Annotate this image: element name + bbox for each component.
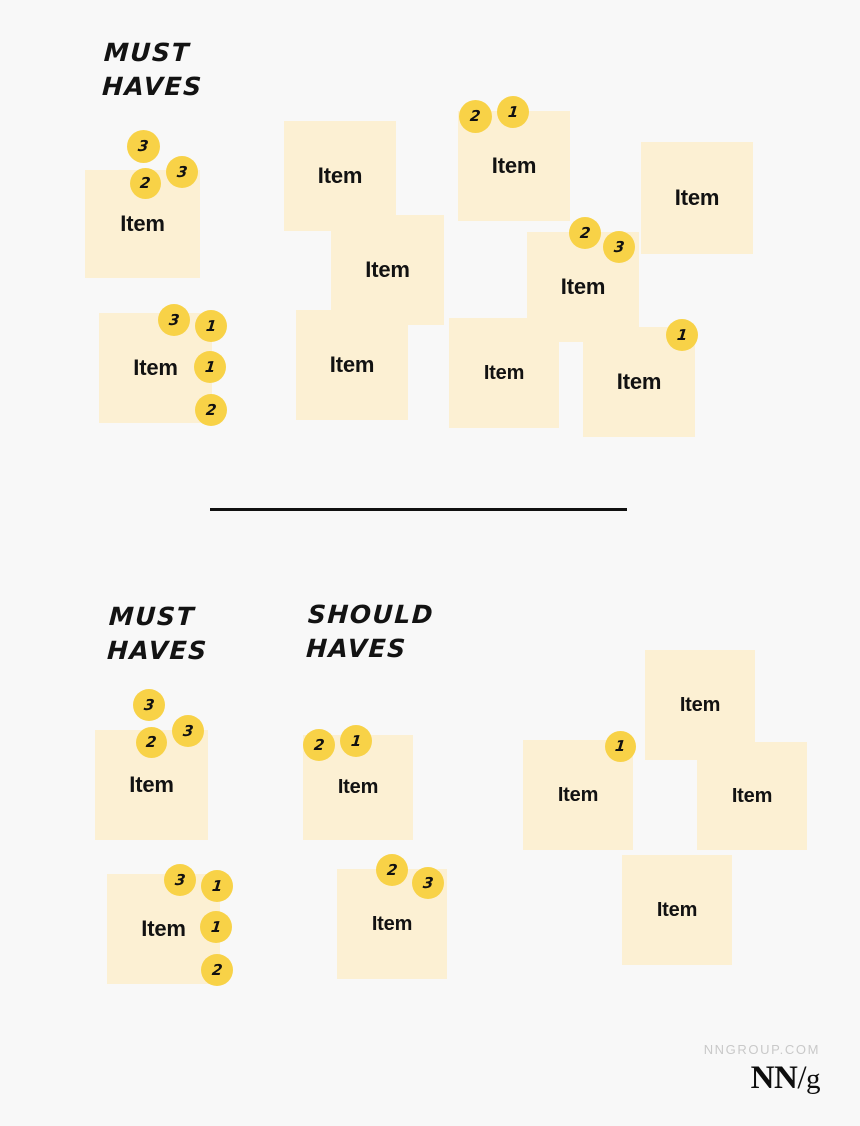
vote-dot-number: 2: [469, 107, 482, 125]
vote-dot-number: 3: [142, 695, 156, 714]
heading-bottom-must-haves: MUST HAVES: [106, 602, 209, 665]
vote-dot-number: 1: [675, 325, 689, 344]
sticky-note-label: Item: [557, 783, 599, 806]
sticky-note[interactable]: Item: [641, 142, 753, 254]
logo-nn: NN: [750, 1060, 798, 1096]
vote-dot-number: 1: [349, 731, 363, 750]
sticky-note-label: Item: [674, 185, 720, 210]
sticky-note-label: Item: [365, 257, 410, 282]
sticky-note[interactable]: Item: [622, 855, 732, 965]
vote-dot[interactable]: 1: [194, 351, 226, 383]
sticky-note-label: Item: [133, 355, 178, 380]
vote-dot[interactable]: 1: [200, 911, 232, 943]
vote-dot[interactable]: 2: [130, 168, 161, 199]
sticky-note-label: Item: [731, 784, 773, 807]
sticky-note-label: Item: [616, 369, 662, 394]
vote-dot[interactable]: 2: [459, 100, 492, 133]
vote-dot-number: 2: [385, 860, 399, 879]
vote-dot-number: 2: [139, 174, 152, 192]
vote-dot-number: 2: [578, 223, 592, 242]
sticky-note-label: Item: [329, 352, 375, 377]
vote-dot-number: 1: [204, 316, 218, 335]
heading-top-must-haves: MUST HAVES: [101, 38, 204, 101]
vote-dot[interactable]: 2: [569, 217, 601, 249]
vote-dot[interactable]: 2: [376, 854, 408, 886]
vote-dot-number: 1: [506, 102, 520, 121]
logo-slash: /: [797, 1060, 806, 1096]
vote-dot[interactable]: 3: [164, 864, 196, 896]
sticky-note-label: Item: [371, 912, 413, 935]
sticky-note-label: Item: [483, 361, 525, 384]
sticky-note[interactable]: Item: [331, 215, 444, 325]
sticky-note-label: Item: [337, 776, 379, 798]
vote-dot[interactable]: 3: [133, 689, 165, 721]
vote-dot-number: 2: [210, 960, 224, 979]
vote-dot-number: 3: [181, 721, 195, 740]
sticky-note-label: Item: [141, 916, 186, 941]
sticky-note-label: Item: [129, 772, 174, 797]
vote-dot[interactable]: 2: [201, 954, 233, 986]
vote-dot[interactable]: 1: [201, 870, 233, 902]
vote-dot[interactable]: 1: [497, 96, 529, 128]
vote-dot-number: 3: [167, 310, 181, 329]
heading-bottom-should-haves: SHOULD HAVES: [305, 600, 435, 663]
vote-dot[interactable]: 2: [136, 727, 167, 758]
vote-dot-number: 3: [137, 137, 150, 155]
sticky-note-label: Item: [679, 693, 721, 716]
vote-dot[interactable]: 2: [195, 394, 227, 426]
vote-dot[interactable]: 1: [605, 731, 636, 762]
sticky-note-label: Item: [317, 163, 363, 188]
vote-dot[interactable]: 3: [603, 231, 635, 263]
vote-dot-number: 1: [209, 917, 223, 936]
sticky-note-label: Item: [120, 211, 165, 236]
sticky-note-label: Item: [491, 153, 537, 178]
vote-dot-number: 2: [145, 733, 158, 751]
vote-dot[interactable]: 3: [172, 715, 204, 747]
vote-dot-number: 3: [173, 870, 187, 889]
vote-dot[interactable]: 3: [127, 130, 160, 163]
vote-dot-number: 3: [175, 162, 189, 181]
vote-dot-number: 1: [210, 876, 224, 895]
vote-dot-number: 2: [204, 400, 218, 419]
sticky-note[interactable]: Item: [697, 742, 807, 850]
vote-dot[interactable]: 1: [195, 310, 227, 342]
logo-g: g: [806, 1063, 821, 1095]
vote-dot[interactable]: 1: [340, 725, 372, 757]
sticky-note-label: Item: [656, 898, 698, 921]
vote-dot[interactable]: 3: [166, 156, 198, 188]
vote-dot[interactable]: 3: [158, 304, 190, 336]
vote-dot-number: 3: [612, 237, 626, 256]
sticky-note-label: Item: [560, 274, 606, 299]
vote-dot-number: 1: [614, 737, 627, 755]
sticky-note[interactable]: Item: [449, 318, 559, 428]
vote-dot-number: 1: [203, 357, 217, 376]
vote-dot[interactable]: 3: [412, 867, 444, 899]
section-divider: [210, 508, 627, 511]
nng-logo: NN/g: [600, 1060, 821, 1097]
vote-dot[interactable]: 1: [666, 319, 698, 351]
vote-dot-number: 3: [421, 873, 435, 892]
poster-canvas: MUST HAVES Item Item Item Item Item Item Item I…: [0, 0, 860, 1126]
vote-dot-number: 2: [312, 735, 326, 754]
sticky-note[interactable]: Item: [296, 310, 408, 420]
footer-url: NNGROUP.COM: [703, 1042, 820, 1057]
vote-dot[interactable]: 2: [303, 729, 335, 761]
